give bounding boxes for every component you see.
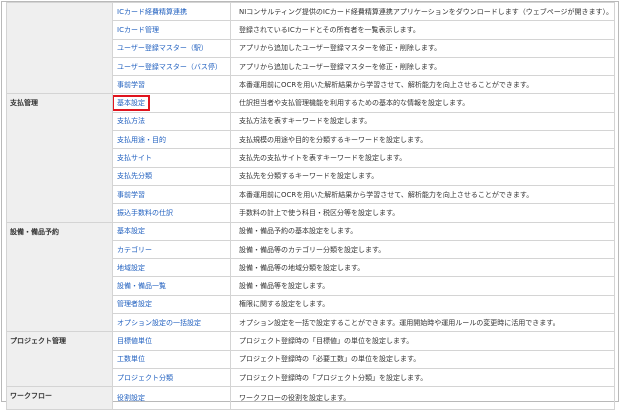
table-row: プロジェクト管理 目標値単位 プロジェクト登録時の「目標値」の単位を設定します。 bbox=[6, 331, 615, 388]
setting-link-cell: 支払先分類 bbox=[112, 166, 231, 186]
setting-link-cell: ユーザー登録マスター（バス停） bbox=[112, 56, 231, 77]
category-cell: ワークフロー bbox=[6, 386, 113, 410]
setting-link-cell: カテゴリー bbox=[112, 239, 231, 260]
category-cell bbox=[6, 1, 113, 95]
setting-description: ワークフローの役割を設定します。 bbox=[230, 386, 615, 410]
table-row: ICカード経費精算連携 NIコンサルティング提供のICカード経費精算連携アプリケー… bbox=[6, 1, 615, 95]
setting-link[interactable]: 支払用途・目的 bbox=[117, 136, 166, 144]
setting-link[interactable]: 地域設定 bbox=[117, 264, 145, 272]
setting-description: 設備・備品等を設定します。 bbox=[230, 276, 615, 296]
setting-link-cell: 支払方法 bbox=[112, 111, 231, 132]
setting-link-cell: 基本設定 bbox=[112, 221, 231, 241]
settings-table: ICカード経費精算連携 NIコンサルティング提供のICカード経費精算連携アプリケー… bbox=[6, 1, 615, 410]
setting-link-cell: 地域設定 bbox=[112, 258, 231, 278]
setting-description: 権限に関する設定をします。 bbox=[230, 294, 615, 315]
setting-link[interactable]: 事前学習 bbox=[117, 81, 145, 89]
setting-link-cell: 役割設定 bbox=[112, 386, 231, 410]
setting-link[interactable]: オプション設定の一括設定 bbox=[117, 319, 201, 327]
setting-link-cell: 事前学習 bbox=[112, 75, 231, 95]
setting-description: 支払先を分類するキーワードを設定します。 bbox=[230, 166, 615, 186]
setting-link[interactable]: ユーザー登録マスター（バス停） bbox=[117, 63, 222, 71]
setting-link[interactable]: ICカード経費精算連携 bbox=[117, 8, 187, 16]
setting-link-cell: 設備・備品一覧 bbox=[112, 276, 231, 296]
setting-description: 手数料の計上で使う科目・税区分等を設定します。 bbox=[230, 203, 615, 223]
table-row: 支払管理 基本設定 仕訳担当者や支払管理機能を利用するための基本的な情報を設定します… bbox=[6, 93, 615, 223]
setting-link[interactable]: 管理者設定 bbox=[117, 300, 152, 308]
setting-description: オプション設定を一括で設定することができます。運用開始時や運用ルールの変更時に活… bbox=[230, 313, 615, 333]
setting-link[interactable]: 基本設定 bbox=[117, 227, 145, 235]
setting-link[interactable]: 支払先分類 bbox=[117, 172, 152, 180]
setting-link[interactable]: ICカード管理 bbox=[117, 26, 159, 34]
setting-link-highlighted[interactable]: 基本設定 bbox=[113, 95, 150, 112]
setting-link[interactable]: 支払サイト bbox=[117, 154, 152, 162]
setting-description: プロジェクト登録時の「目標値」の単位を設定します。 bbox=[230, 331, 615, 351]
setting-link-cell: プロジェクト分類 bbox=[112, 367, 231, 388]
setting-link[interactable]: 目標値単位 bbox=[117, 337, 152, 345]
setting-link-cell: 管理者設定 bbox=[112, 294, 231, 315]
setting-description: 仕訳担当者や支払管理機能を利用するための基本的な情報を設定します。 bbox=[230, 93, 615, 113]
settings-panel: ICカード経費精算連携 NIコンサルティング提供のICカード経費精算連携アプリケー… bbox=[1, 1, 619, 410]
setting-link[interactable]: 事前学習 bbox=[117, 191, 145, 199]
setting-description: 本番運用前にOCRを用いた解析結果から学習させて、解析能力を向上させることができ… bbox=[230, 75, 615, 95]
setting-link[interactable]: ユーザー登録マスター（駅） bbox=[117, 44, 208, 52]
setting-link-cell: 工数単位 bbox=[112, 349, 231, 369]
setting-description: プロジェクト登録時の「プロジェクト分類」を設定します。 bbox=[230, 367, 615, 388]
setting-link-cell: ユーザー登録マスター（駅） bbox=[112, 38, 231, 58]
table-row: 設備・備品予約 基本設定 設備・備品予約の基本設定をします。 bbox=[6, 221, 615, 333]
setting-description: NIコンサルティング提供のICカード経費精算連携アプリケーションをダウンロードし… bbox=[230, 1, 615, 22]
setting-link-cell: 基本設定 bbox=[112, 93, 231, 113]
setting-description: 本番運用前にOCRを用いた解析結果から学習させて、解析能力を向上させることができ… bbox=[230, 184, 615, 205]
setting-link[interactable]: 設備・備品一覧 bbox=[117, 282, 166, 290]
setting-link-cell: オプション設定の一括設定 bbox=[112, 313, 231, 333]
category-cell: 支払管理 bbox=[6, 93, 113, 223]
setting-description: 設備・備品予約の基本設定をします。 bbox=[230, 221, 615, 241]
setting-link[interactable]: 支払方法 bbox=[117, 117, 145, 125]
setting-description: 設備・備品等のカテゴリー分類を設定します。 bbox=[230, 239, 615, 260]
setting-link[interactable]: プロジェクト分類 bbox=[117, 374, 173, 382]
setting-description: 支払先の支払サイトを表すキーワードを設定します。 bbox=[230, 148, 615, 168]
setting-link[interactable]: 役割設定 bbox=[117, 394, 145, 402]
table-row: ワークフロー 役割設定 ワークフローの役割を設定します。 bbox=[6, 386, 615, 410]
setting-link[interactable]: 工数単位 bbox=[117, 355, 145, 363]
setting-description: 登録されているICカードとその所有者を一覧表示します。 bbox=[230, 20, 615, 40]
setting-link[interactable]: カテゴリー bbox=[117, 246, 152, 254]
setting-link-cell: ICカード管理 bbox=[112, 20, 231, 40]
setting-link-cell: 振込手数料の仕訳 bbox=[112, 203, 231, 223]
setting-description: アプリから追加したユーザー登録マスターを修正・削除します。 bbox=[230, 56, 615, 77]
setting-description: プロジェクト登録時の「必要工数」の単位を設定します。 bbox=[230, 349, 615, 369]
setting-description: アプリから追加したユーザー登録マスターを修正・削除します。 bbox=[230, 38, 615, 58]
setting-link-cell: 目標値単位 bbox=[112, 331, 231, 351]
setting-description: 設備・備品等の地域分類を設定します。 bbox=[230, 258, 615, 278]
setting-description: 支払規模の用途や目的を分類するキーワードを設定します。 bbox=[230, 130, 615, 150]
setting-link-cell: 支払用途・目的 bbox=[112, 130, 231, 150]
setting-link-cell: 事前学習 bbox=[112, 184, 231, 205]
setting-link-cell: ICカード経費精算連携 bbox=[112, 1, 231, 22]
setting-link[interactable]: 振込手数料の仕訳 bbox=[117, 209, 173, 217]
setting-link-cell: 支払サイト bbox=[112, 148, 231, 168]
category-cell: プロジェクト管理 bbox=[6, 331, 113, 388]
category-cell: 設備・備品予約 bbox=[6, 221, 113, 333]
setting-description: 支払方法を表すキーワードを設定します。 bbox=[230, 111, 615, 132]
